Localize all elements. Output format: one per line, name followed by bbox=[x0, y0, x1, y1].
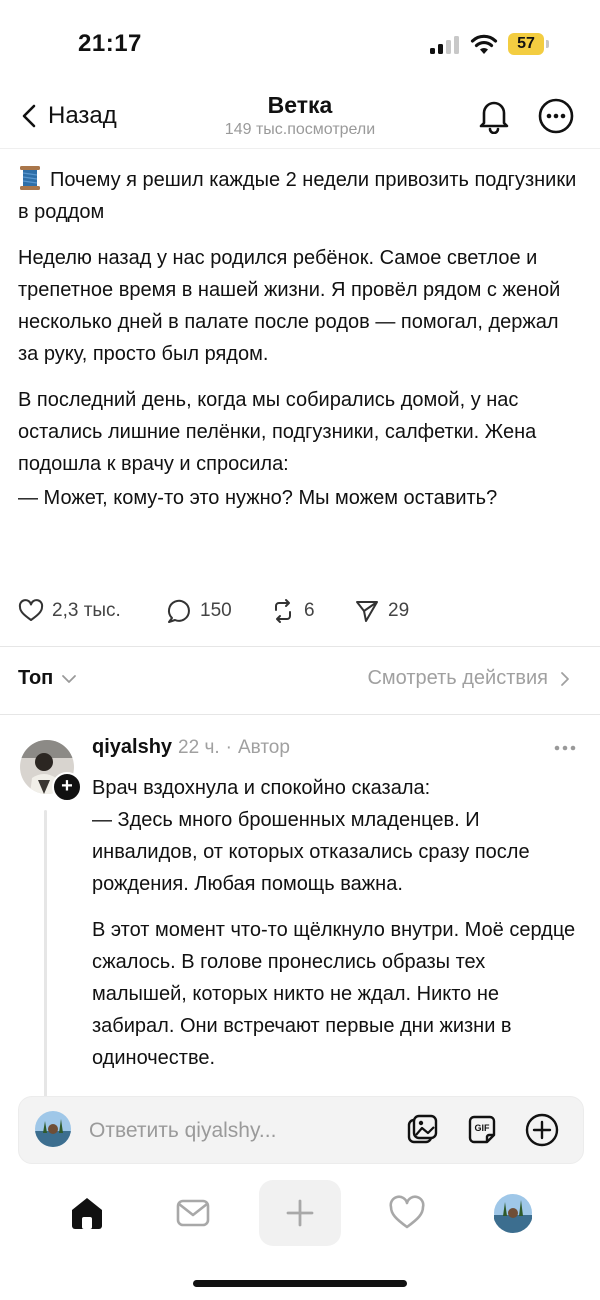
header-divider bbox=[0, 148, 600, 149]
comment-paragraph: Врач вздохнула и спокойно сказала: — Зде… bbox=[92, 777, 530, 895]
chevron-down-icon bbox=[62, 674, 77, 683]
spool-of-thread-icon bbox=[20, 166, 40, 190]
more-icon[interactable] bbox=[538, 98, 574, 134]
share-count: 29 bbox=[388, 600, 410, 621]
post-paragraph: — Может, кому-то это нужно? Мы можем ост… bbox=[18, 487, 498, 509]
replies-sort-bar: Топ Смотреть действия bbox=[18, 663, 578, 699]
cellular-signal-icon bbox=[430, 36, 464, 54]
bell-icon[interactable] bbox=[476, 96, 512, 134]
tab-inbox[interactable] bbox=[152, 1180, 234, 1246]
post-paragraph: В последний день, когда мы собирались до… bbox=[18, 389, 537, 475]
meta-separator: · bbox=[225, 737, 232, 758]
inbox-icon bbox=[176, 1199, 210, 1227]
tab-activity[interactable] bbox=[366, 1180, 448, 1246]
sort-label: Топ bbox=[18, 667, 54, 689]
status-time: 21:17 bbox=[78, 30, 142, 57]
add-circle-icon[interactable] bbox=[523, 1111, 561, 1149]
post-actions: 2,3 тыс. 150 6 29 bbox=[18, 596, 578, 626]
tab-profile[interactable] bbox=[472, 1180, 554, 1246]
post-paragraph: Неделю назад у нас родился ребёнок. Само… bbox=[18, 247, 561, 365]
comment-avatar[interactable]: + bbox=[20, 740, 82, 802]
reply-count: 150 bbox=[200, 600, 232, 621]
chevron-right-icon bbox=[561, 671, 569, 686]
post-divider bbox=[0, 646, 600, 647]
comment-body: Врач вздохнула и спокойно сказала: — Зде… bbox=[92, 772, 576, 1088]
tab-compose[interactable] bbox=[259, 1180, 341, 1246]
gif-icon[interactable]: GIF bbox=[463, 1111, 501, 1149]
sort-divider bbox=[0, 714, 600, 715]
repost-count: 6 bbox=[304, 600, 315, 621]
thread-line bbox=[44, 810, 47, 1100]
thread-post: Почему я решил каждые 2 недели привозить… bbox=[18, 164, 578, 528]
bottom-tab-bar bbox=[0, 1180, 600, 1250]
reply-button[interactable]: 150 bbox=[166, 596, 232, 626]
like-button[interactable]: 2,3 тыс. bbox=[18, 596, 121, 626]
like-count: 2,3 тыс. bbox=[52, 600, 121, 621]
svg-text:GIF: GIF bbox=[475, 1123, 491, 1133]
reply-composer: GIF bbox=[18, 1096, 584, 1164]
sort-dropdown[interactable]: Топ bbox=[18, 667, 77, 690]
repost-icon bbox=[275, 599, 291, 623]
battery-indicator: 57 bbox=[508, 33, 544, 55]
comment-header: qiyalshy 22 ч. · Автор bbox=[92, 736, 290, 764]
comment-icon bbox=[167, 599, 190, 623]
plus-icon bbox=[286, 1199, 314, 1227]
thread-header: Назад Ветка 149 тыс.посмотрели bbox=[0, 88, 600, 146]
author-badge: Автор bbox=[237, 737, 290, 758]
home-icon bbox=[72, 1198, 102, 1229]
repost-button[interactable]: 6 bbox=[270, 596, 315, 626]
battery-cap bbox=[546, 40, 549, 48]
post-title-row: Почему я решил каждые 2 недели привозить… bbox=[18, 164, 578, 228]
comment-time: 22 ч. bbox=[178, 737, 220, 758]
view-activity-link[interactable]: Смотреть действия bbox=[367, 667, 570, 690]
send-icon bbox=[356, 601, 378, 622]
avatar bbox=[35, 1111, 71, 1147]
follow-plus-icon[interactable]: + bbox=[52, 772, 82, 802]
wifi-icon bbox=[470, 34, 498, 54]
reply-input[interactable] bbox=[87, 1115, 391, 1147]
more-horizontal-icon[interactable] bbox=[552, 740, 578, 756]
view-activity-label: Смотреть действия bbox=[367, 667, 548, 689]
heart-icon bbox=[389, 1195, 425, 1229]
status-bar: 21:17 57 bbox=[0, 0, 600, 90]
comment-paragraph: В этот момент что-то щёлкнуло внутри. Мо… bbox=[92, 919, 576, 1069]
heart-icon bbox=[18, 599, 44, 621]
tab-home[interactable] bbox=[46, 1180, 128, 1246]
home-indicator bbox=[193, 1280, 407, 1287]
post-title: Почему я решил каждые 2 недели привозить… bbox=[18, 169, 577, 223]
comment-username[interactable]: qiyalshy bbox=[92, 736, 172, 759]
share-button[interactable]: 29 bbox=[354, 596, 409, 626]
profile-avatar bbox=[494, 1194, 532, 1233]
gallery-icon[interactable] bbox=[403, 1111, 441, 1149]
